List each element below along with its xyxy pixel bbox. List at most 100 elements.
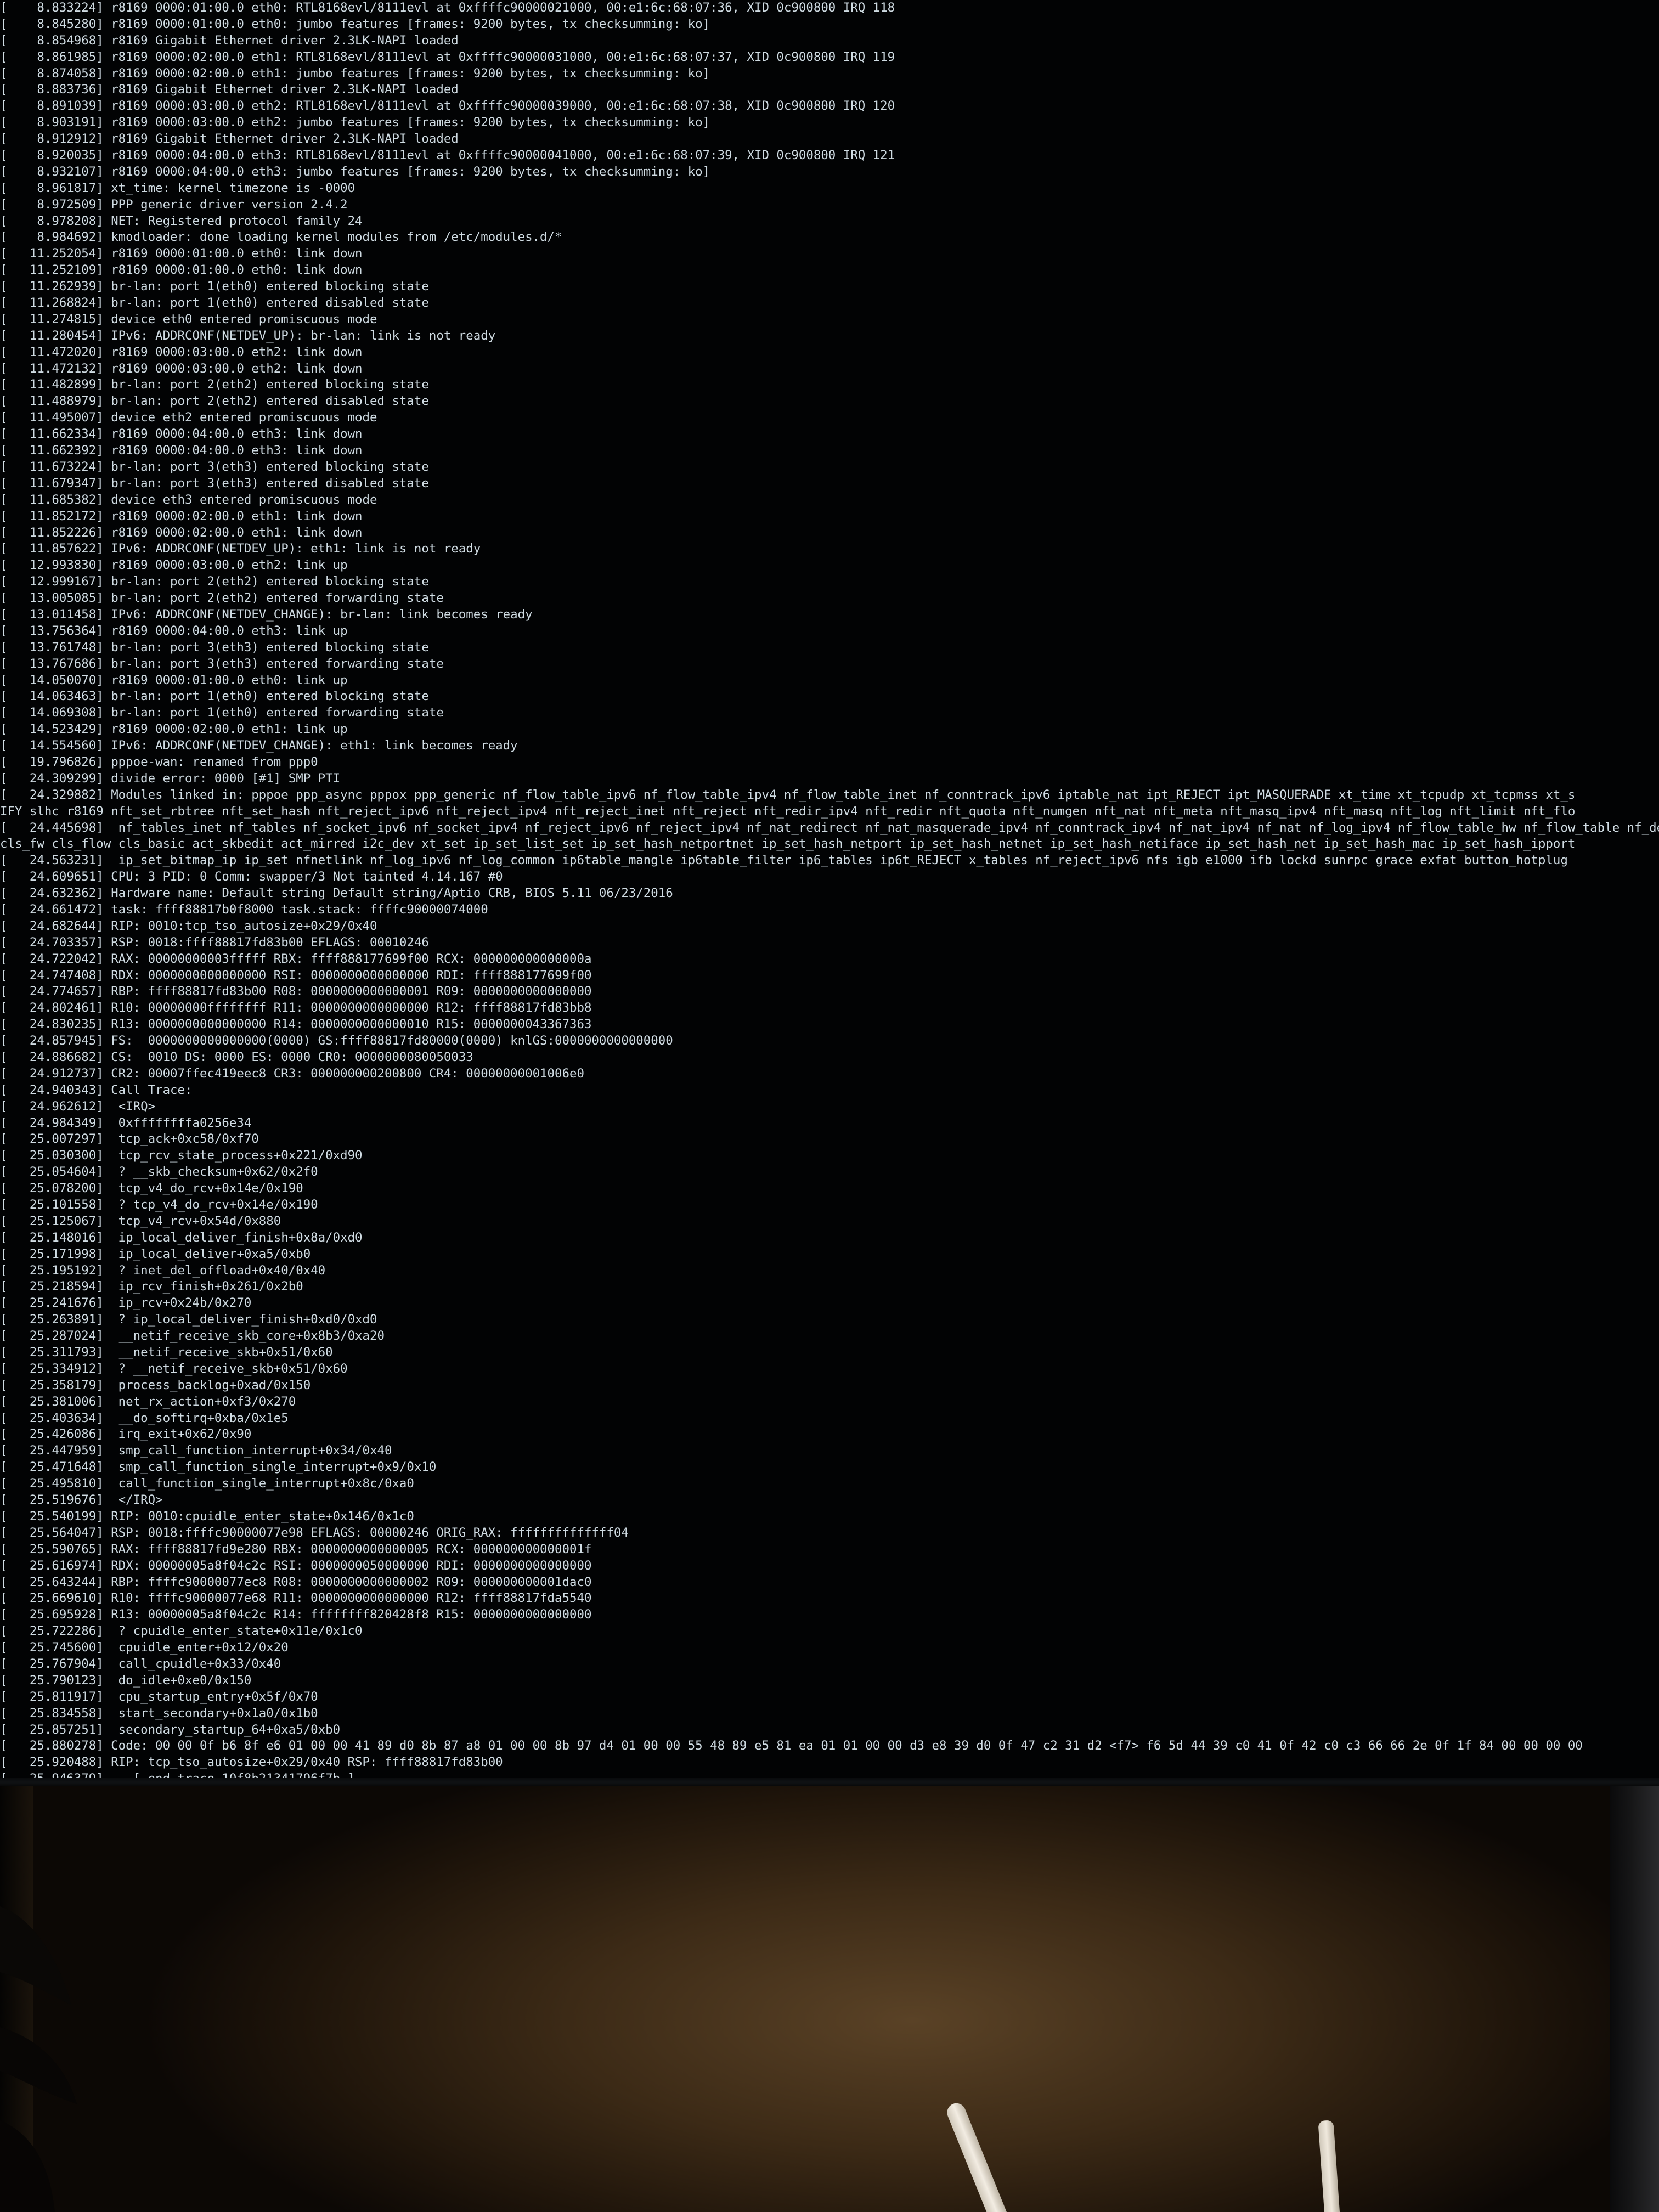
kernel-console-output: [ 8.833224] r8169 0000:01:00.0 eth0: RTL… <box>0 0 1659 1786</box>
console-line: [ 25.790123] do_idle+0xe0/0x150 <box>0 1673 252 1688</box>
console-line: [ 8.912912] r8169 Gigabit Ethernet drive… <box>0 132 459 146</box>
console-line: [ 24.632362] Hardware name: Default stri… <box>0 886 673 901</box>
white-cable <box>944 2100 1015 2212</box>
console-line: [ 25.920488] RIP: tcp_tso_autosize+0x29/… <box>0 1755 503 1770</box>
console-line: [ 25.767904] call_cpuidle+0x33/0x40 <box>0 1656 281 1671</box>
console-line: [ 24.661472] task: ffff88817b0f8000 task… <box>0 902 488 917</box>
console-line: [ 24.682644] RIP: 0010:tcp_tso_autosize+… <box>0 918 377 933</box>
console-line: [ 25.471648] smp_call_function_single_in… <box>0 1460 437 1475</box>
console-line: [ 11.268824] br-lan: port 1(eth0) entere… <box>0 296 429 311</box>
console-line: [ 24.563231] ip_set_bitmap_ip ip_set nfn… <box>0 853 1568 868</box>
console-line: [ 8.961817] xt_time: kernel timezone is … <box>0 180 356 195</box>
console-line: [ 11.852226] r8169 0000:02:00.0 eth1: li… <box>0 525 363 540</box>
console-line: [ 25.078200] tcp_v4_do_rcv+0x14e/0x190 <box>0 1181 303 1196</box>
console-line: [ 8.972509] PPP generic driver version 2… <box>0 197 348 212</box>
console-line: [ 25.669610] R10: ffffc90000077e68 R11: … <box>0 1591 592 1606</box>
console-line: IFY slhc r8169 nft_set_rbtree nft_set_ha… <box>0 804 1576 819</box>
console-line: [ 25.495810] call_function_single_interr… <box>0 1476 414 1491</box>
console-line: [ 25.241676] ip_rcv+0x24b/0x270 <box>0 1296 252 1311</box>
console-line: [ 25.643244] RBP: ffffc90000077ec8 R08: … <box>0 1575 592 1589</box>
console-line: [ 8.854968] r8169 Gigabit Ethernet drive… <box>0 33 459 48</box>
console-line: [ 25.564047] RSP: 0018:ffffc90000077e98 … <box>0 1525 629 1540</box>
console-line: [ 8.883736] r8169 Gigabit Ethernet drive… <box>0 82 459 97</box>
console-line: [ 24.940343] Call Trace: <box>0 1082 193 1097</box>
console-line: [ 13.011458] IPv6: ADDRCONF(NETDEV_CHANG… <box>0 607 533 622</box>
console-line: [ 11.280454] IPv6: ADDRCONF(NETDEV_UP): … <box>0 328 496 343</box>
console-line: [ 11.673224] br-lan: port 3(eth3) entere… <box>0 459 429 474</box>
console-line: [ 8.932107] r8169 0000:04:00.0 eth3: jum… <box>0 164 710 179</box>
console-line: [ 11.274815] device eth0 entered promisc… <box>0 312 377 326</box>
console-line: [ 25.811917] cpu_startup_entry+0x5f/0x70 <box>0 1689 318 1704</box>
console-line: [ 24.609651] CPU: 3 PID: 0 Comm: swapper… <box>0 870 503 884</box>
console-line: [ 25.880278] Code: 00 00 0f b6 8f e6 01 … <box>0 1739 1583 1753</box>
console-line: [ 24.962612] <IRQ> <box>0 1099 156 1114</box>
console-line: [ 25.590765] RAX: ffff88817fd9e280 RBX: … <box>0 1542 592 1556</box>
console-line: [ 25.218594] ip_rcv_finish+0x261/0x2b0 <box>0 1279 303 1294</box>
console-line: [ 25.007297] tcp_ack+0xc58/0xf70 <box>0 1132 259 1147</box>
console-line: [ 11.685382] device eth3 entered promisc… <box>0 492 377 507</box>
console-line: [ 25.311793] __netif_receive_skb+0x51/0x… <box>0 1345 333 1360</box>
console-line: [ 8.874058] r8169 0000:02:00.0 eth1: jum… <box>0 66 710 81</box>
console-line: [ 11.482899] br-lan: port 2(eth2) entere… <box>0 377 429 392</box>
console-line: [ 25.195192] ? inet_del_offload+0x40/0x4… <box>0 1263 326 1278</box>
console-line: [ 11.252054] r8169 0000:01:00.0 eth0: li… <box>0 246 363 261</box>
console-line: [ 25.447959] smp_call_function_interrupt… <box>0 1443 392 1458</box>
console-line: [ 24.309299] divide error: 0000 [#1] SMP… <box>0 771 341 786</box>
white-cable <box>1318 2120 1342 2212</box>
console-line: [ 8.978208] NET: Registered protocol fam… <box>0 213 363 228</box>
console-line: [ 25.148016] ip_local_deliver_finish+0x8… <box>0 1230 363 1245</box>
monitor-screen: [ 8.833224] r8169 0000:01:00.0 eth0: RTL… <box>0 0 1659 1786</box>
console-line: [ 25.358179] process_backlog+0xad/0x150 <box>0 1378 311 1392</box>
console-line: [ 14.063463] br-lan: port 1(eth0) entere… <box>0 689 429 704</box>
console-line: [ 24.703357] RSP: 0018:ffff88817fd83b00 … <box>0 935 429 950</box>
console-line: [ 11.662334] r8169 0000:04:00.0 eth3: li… <box>0 427 363 442</box>
console-line: [ 25.125067] tcp_v4_rcv+0x54d/0x880 <box>0 1214 281 1228</box>
console-line: [ 8.891039] r8169 0000:03:00.0 eth2: RTL… <box>0 99 895 114</box>
console-line: [ 25.426086] irq_exit+0x62/0x90 <box>0 1427 252 1442</box>
console-line: [ 8.920035] r8169 0000:04:00.0 eth3: RTL… <box>0 148 895 163</box>
console-line: [ 11.472020] r8169 0000:03:00.0 eth2: li… <box>0 345 363 359</box>
console-line: [ 25.101558] ? tcp_v4_do_rcv+0x14e/0x190 <box>0 1198 318 1212</box>
console-line: [ 25.834558] start_secondary+0x1a0/0x1b0 <box>0 1706 318 1720</box>
desk-surface <box>0 1786 1659 2212</box>
console-line: [ 25.722286] ? cpuidle_enter_state+0x11e… <box>0 1624 363 1639</box>
console-line: [ 24.912737] CR2: 00007ffec419eec8 CR3: … <box>0 1066 584 1081</box>
console-line: [ 11.679347] br-lan: port 3(eth3) entere… <box>0 476 429 490</box>
console-line: [ 25.263891] ? ip_local_deliver_finish+0… <box>0 1312 377 1327</box>
console-line: [ 11.495007] device eth2 entered promisc… <box>0 410 377 425</box>
console-line: [ 25.540199] RIP: 0010:cpuidle_enter_sta… <box>0 1509 414 1523</box>
console-line: [ 13.767686] br-lan: port 3(eth3) entere… <box>0 656 444 671</box>
console-line: [ 13.761748] br-lan: port 3(eth3) entere… <box>0 640 429 654</box>
console-line: [ 11.252109] r8169 0000:01:00.0 eth0: li… <box>0 263 363 278</box>
console-line: [ 19.796826] pppoe-wan: renamed from ppp… <box>0 754 318 769</box>
console-line: [ 11.852172] r8169 0000:02:00.0 eth1: li… <box>0 509 363 523</box>
console-line: [ 24.830235] R13: 0000000000000000 R14: … <box>0 1017 592 1032</box>
console-line: [ 13.756364] r8169 0000:04:00.0 eth3: li… <box>0 623 348 638</box>
console-line: [ 25.403634] __do_softirq+0xba/0x1e5 <box>0 1410 289 1425</box>
console-line: [ 11.472132] r8169 0000:03:00.0 eth2: li… <box>0 361 363 376</box>
console-line: [ 25.030300] tcp_rcv_state_process+0x221… <box>0 1148 363 1163</box>
console-line: [ 8.845280] r8169 0000:01:00.0 eth0: jum… <box>0 16 710 31</box>
plant-leaf <box>0 1906 77 2212</box>
console-line: [ 24.857945] FS: 0000000000000000(0000) … <box>0 1034 673 1048</box>
console-line: [ 8.833224] r8169 0000:01:00.0 eth0: RTL… <box>0 1 895 15</box>
console-line: [ 24.984349] 0xffffffffa0256e34 <box>0 1115 252 1130</box>
console-line: [ 24.747408] RDX: 0000000000000000 RSI: … <box>0 968 592 983</box>
console-line: [ 12.993830] r8169 0000:03:00.0 eth2: li… <box>0 558 348 573</box>
console-line: [ 25.519676] </IRQ> <box>0 1493 163 1508</box>
console-line: [ 13.005085] br-lan: port 2(eth2) entere… <box>0 591 444 606</box>
console-line: [ 11.857622] IPv6: ADDRCONF(NETDEV_UP): … <box>0 541 481 556</box>
console-line: [ 25.695928] R13: 00000005a8f04c2c R14: … <box>0 1607 592 1622</box>
console-line: [ 25.857251] secondary_startup_64+0xa5/0… <box>0 1722 341 1737</box>
console-line: [ 24.774657] RBP: ffff88817fd83b00 R08: … <box>0 984 592 999</box>
console-line: [ 11.662392] r8169 0000:04:00.0 eth3: li… <box>0 443 363 458</box>
console-line: [ 8.984692] kmodloader: done loading ker… <box>0 230 562 245</box>
console-line: [ 25.287024] __netif_receive_skb_core+0x… <box>0 1329 385 1344</box>
console-line: [ 8.903191] r8169 0000:03:00.0 eth2: jum… <box>0 115 710 130</box>
console-line: [ 12.999167] br-lan: port 2(eth2) entere… <box>0 574 429 589</box>
console-line: [ 24.802461] R10: 00000000ffffffff R11: … <box>0 1001 592 1015</box>
console-line: [ 24.445698] nf_tables_inet nf_tables nf… <box>0 820 1659 835</box>
console-line: [ 14.050070] r8169 0000:01:00.0 eth0: li… <box>0 673 348 687</box>
console-line: [ 8.861985] r8169 0000:02:00.0 eth1: RTL… <box>0 49 895 64</box>
console-line: [ 25.745600] cpuidle_enter+0x12/0x20 <box>0 1640 289 1655</box>
